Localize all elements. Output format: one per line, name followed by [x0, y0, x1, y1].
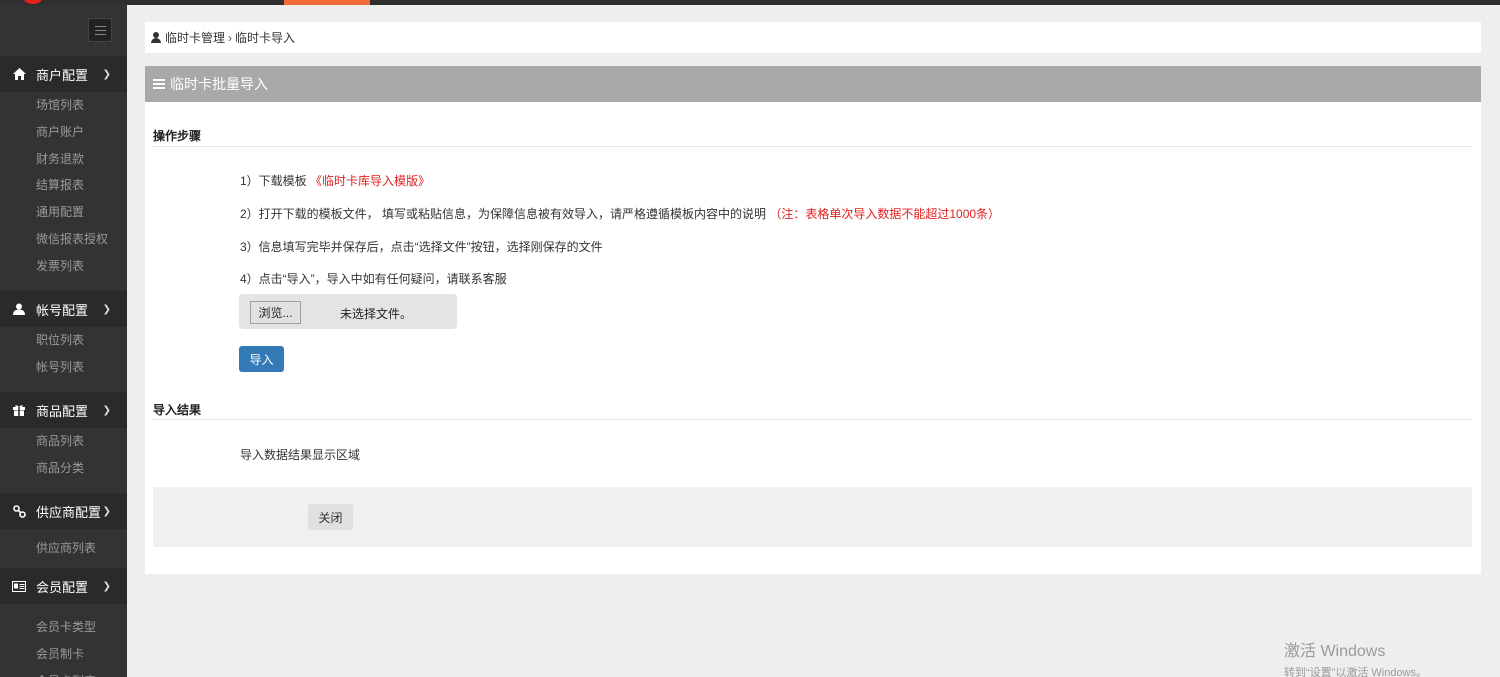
- sidebar-group-label: 帐号配置: [36, 302, 89, 318]
- sidebar-group-label: 商户配置: [36, 67, 89, 83]
- chevron-down-icon: ❯: [102, 580, 111, 592]
- sidebar-group-header[interactable]: 帐号配置 ❯: [0, 291, 127, 327]
- sidebar-group-goods: 商品配置 ❯ 商品列表 商品分类: [0, 392, 127, 482]
- steps-title: 操作步骤: [153, 129, 202, 143]
- panel-header: 临时卡批量导入: [145, 66, 1481, 102]
- sidebar-group-supplier: 供应商配置 ❯ 供应商列表: [0, 493, 127, 568]
- file-status: 未选择文件。: [340, 307, 413, 321]
- step-3: 3）信息填写完毕并保存后，点击“选择文件”按钮，选择刚保存的文件: [240, 240, 603, 254]
- top-nav-active-tab[interactable]: [284, 0, 370, 5]
- import-panel: 临时卡批量导入 操作步骤 1）下载模板 《临时卡库导入模版》 2）打开下载的模板…: [145, 66, 1481, 574]
- divider: [153, 419, 1472, 420]
- step-1: 1）下载模板 《临时卡库导入模版》: [240, 172, 430, 189]
- template-download-link[interactable]: 《临时卡库导入模版》: [310, 174, 430, 188]
- chevron-down-icon: ❯: [102, 505, 111, 517]
- sidebar-item[interactable]: 微信报表授权: [0, 226, 127, 253]
- sidebar-item[interactable]: 商品分类: [0, 455, 127, 482]
- sidebar-group-header[interactable]: 商户配置 ❯: [0, 56, 127, 92]
- chevron-down-icon: ❯: [102, 404, 111, 416]
- divider: [153, 146, 1472, 147]
- watermark-line-1: 激活 Windows: [1284, 643, 1386, 660]
- sidebar-item[interactable]: 结算报表: [0, 172, 127, 199]
- import-button[interactable]: 导入: [239, 346, 284, 372]
- sidebar-group-header[interactable]: 供应商配置 ❯: [0, 493, 127, 529]
- sidebar-item[interactable]: 财务退款: [0, 146, 127, 173]
- link-icon: [12, 504, 26, 518]
- chevron-down-icon: ❯: [102, 68, 111, 80]
- browse-button[interactable]: 浏览...: [250, 301, 301, 324]
- breadcrumb-parent[interactable]: 临时卡管理: [165, 29, 225, 46]
- logo[interactable]: [22, 0, 44, 4]
- breadcrumb: 临时卡管理 › 临时卡导入: [145, 22, 1481, 53]
- chevron-down-icon: ❯: [102, 303, 111, 315]
- home-icon: [12, 67, 26, 81]
- step-1-text: 1）下载模板: [240, 174, 311, 188]
- top-bar: [0, 0, 1500, 5]
- windows-activation-watermark: 激活 Windows 转到“设置”以激活 Windows。: [1284, 637, 1427, 677]
- breadcrumb-separator: ›: [228, 30, 233, 45]
- sidebar-group-label: 商品配置: [36, 403, 89, 419]
- result-area: 导入数据结果显示区域: [240, 448, 361, 462]
- sidebar-item[interactable]: 会员制卡: [0, 641, 127, 668]
- file-input[interactable]: 浏览... 未选择文件。: [239, 294, 457, 329]
- sidebar-item[interactable]: 商户账户: [0, 119, 127, 146]
- panel-title: 临时卡批量导入: [170, 76, 268, 92]
- id-card-icon: [12, 579, 26, 593]
- sidebar-item[interactable]: 商品列表: [0, 428, 127, 455]
- sidebar-item[interactable]: 会员卡列表: [0, 668, 127, 677]
- sidebar-item[interactable]: 职位列表: [0, 327, 127, 354]
- user-icon: [12, 302, 26, 316]
- sidebar: 商户配置 ❯ 场馆列表 商户账户 财务退款 结算报表 通用配置 微信报表授权 发…: [0, 5, 127, 677]
- sidebar-item[interactable]: 发票列表: [0, 253, 127, 280]
- step-2: 2）打开下载的模板文件， 填写或粘贴信息，为保障信息被有效导入，请严格遵循模板内…: [240, 205, 1000, 222]
- sidebar-item[interactable]: 会员卡类型: [0, 614, 127, 641]
- sidebar-group-header[interactable]: 商品配置 ❯: [0, 392, 127, 428]
- close-button[interactable]: 关闭: [308, 504, 353, 530]
- step-2-text: 2）打开下载的模板文件， 填写或粘贴信息，为保障信息被有效导入，请严格遵循模板内…: [240, 207, 770, 221]
- sidebar-item[interactable]: 场馆列表: [0, 92, 127, 119]
- panel-footer: 关闭: [153, 487, 1472, 547]
- step-4: 4）点击“导入”，导入中如有任何疑问，请联系客服: [240, 272, 507, 286]
- user-icon: [151, 32, 161, 43]
- menu-toggle-icon[interactable]: [88, 18, 112, 42]
- watermark-line-2: 转到“设置”以激活 Windows。: [1284, 667, 1428, 677]
- sidebar-group-merchant: 商户配置 ❯ 场馆列表 商户账户 财务退款 结算报表 通用配置 微信报表授权 发…: [0, 56, 127, 280]
- sidebar-group-header[interactable]: 会员配置 ❯: [0, 568, 127, 604]
- sidebar-item[interactable]: 帐号列表: [0, 354, 127, 381]
- step-2-note: （注：表格单次导入数据不能超过1000条）: [769, 207, 1001, 221]
- sidebar-group-member: 会员配置 ❯ 会员卡类型 会员制卡 会员卡列表: [0, 568, 127, 677]
- sidebar-item[interactable]: 通用配置: [0, 199, 127, 226]
- sidebar-item[interactable]: 供应商列表: [0, 529, 127, 568]
- list-icon: [153, 79, 165, 89]
- gift-icon: [12, 403, 26, 417]
- sidebar-group-label: 供应商配置: [36, 504, 102, 520]
- result-title: 导入结果: [153, 403, 202, 417]
- sidebar-group-account: 帐号配置 ❯ 职位列表 帐号列表: [0, 291, 127, 381]
- breadcrumb-current: 临时卡导入: [235, 31, 296, 45]
- sidebar-group-label: 会员配置: [36, 579, 89, 595]
